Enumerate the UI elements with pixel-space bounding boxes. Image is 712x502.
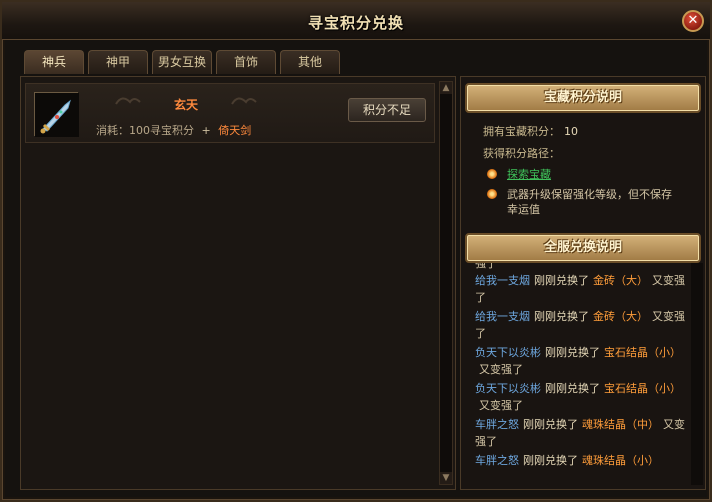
log-player[interactable]: 车胖之怒	[475, 454, 519, 467]
log-entry: 车胖之怒 刚刚兑换了 魂珠结晶（中） 又变强了	[475, 416, 691, 450]
log-prize: 宝石结晶（小）	[604, 382, 681, 395]
item-list-scrollbar[interactable]: ▲ ▼	[439, 81, 453, 485]
route-label: 获得积分路径：	[483, 147, 560, 160]
window-title: 寻宝积分兑换	[307, 14, 404, 32]
owned-value: 10	[564, 125, 578, 138]
log-entries: 给我一支烟 刚刚兑换了 金砖（大） 又变强了 给我一支烟 刚刚兑换了 金砖（大） 又变强了 负天…	[475, 272, 691, 469]
exchange-window: 寻宝积分兑换 ✕ 神兵 神甲 男女互换 首饰 其他 玄天 消耗：100寻宝积分 …	[0, 0, 712, 502]
log-player[interactable]: 负天下以炎彬	[475, 346, 541, 359]
log-verb: 刚刚兑换了	[534, 310, 589, 323]
log-prize: 宝石结晶（小）	[604, 346, 681, 359]
route-upgrade-text: 武器升级保留强化等级，但不保存幸运值	[507, 188, 672, 216]
log-player[interactable]: 给我一支烟	[475, 274, 530, 287]
log-clipped-text: 强了	[475, 263, 497, 270]
log-tail: 又变强了	[479, 399, 523, 412]
log-verb: 刚刚兑换了	[545, 382, 600, 395]
tab-jewelry[interactable]: 首饰	[216, 50, 276, 74]
owned-label: 拥有宝藏积分：	[483, 125, 560, 138]
owned-points: 拥有宝藏积分： 10	[483, 123, 578, 139]
cost-label: 消耗：100寻宝积分	[96, 124, 194, 137]
item-list-panel: 玄天 消耗：100寻宝积分 + 倚天剑 积分不足 ▲ ▼	[20, 76, 456, 490]
log-prize: 金砖（大）	[593, 274, 648, 287]
bullet-icon	[487, 189, 497, 199]
log-verb: 刚刚兑换了	[545, 346, 600, 359]
log-prize: 魂珠结晶（小）	[582, 454, 659, 467]
log-entry: 负天下以炎彬 刚刚兑换了 宝石结晶（小） 又变强了	[475, 344, 691, 378]
exchange-button[interactable]: 积分不足	[348, 98, 426, 122]
exchange-log: 强了 给我一支烟 刚刚兑换了 金砖（大） 又变强了 给我一支烟 刚刚兑换了 金砖（大） 又变强…	[475, 263, 691, 485]
cost-plus: +	[201, 124, 211, 137]
tab-shenjia[interactable]: 神甲	[88, 50, 148, 74]
scroll-down-arrow-icon[interactable]: ▼	[440, 472, 452, 484]
log-scrollbar[interactable]	[691, 263, 703, 485]
close-button[interactable]: ✕	[682, 10, 704, 32]
points-info-banner: 宝藏积分说明	[465, 83, 701, 113]
log-player[interactable]: 车胖之怒	[475, 418, 519, 431]
scroll-up-arrow-icon[interactable]: ▲	[440, 82, 452, 94]
info-panel: 宝藏积分说明 拥有宝藏积分： 10 获得积分路径： 探索宝藏 武器升级保留强化等级…	[460, 76, 706, 490]
list-item: 玄天 消耗：100寻宝积分 + 倚天剑 积分不足	[25, 83, 435, 143]
tab-other[interactable]: 其他	[280, 50, 340, 74]
title-bar: 寻宝积分兑换 ✕	[2, 2, 710, 40]
sword-icon[interactable]	[34, 92, 79, 137]
cost-item: 倚天剑	[218, 124, 252, 137]
bullet-icon	[487, 169, 497, 179]
log-prize: 魂珠结晶（中）	[582, 418, 659, 431]
log-verb: 刚刚兑换了	[523, 454, 578, 467]
log-entry: 给我一支烟 刚刚兑换了 金砖（大） 又变强了	[475, 308, 691, 342]
log-verb: 刚刚兑换了	[534, 274, 589, 287]
tab-gender-swap[interactable]: 男女互换	[152, 50, 212, 74]
log-prize: 金砖（大）	[593, 310, 648, 323]
item-cost: 消耗：100寻宝积分 + 倚天剑	[96, 122, 251, 138]
tab-shenbing[interactable]: 神兵	[24, 50, 84, 74]
log-entry: 负天下以炎彬 刚刚兑换了 宝石结晶（小） 又变强了	[475, 380, 691, 414]
route-explore-link[interactable]: 探索宝藏	[487, 167, 682, 182]
route-upgrade: 武器升级保留强化等级，但不保存幸运值	[487, 187, 682, 217]
log-player[interactable]: 给我一支烟	[475, 310, 530, 323]
server-log-banner: 全服兑换说明	[465, 233, 701, 263]
log-entry: 给我一支烟 刚刚兑换了 金砖（大） 又变强了	[475, 272, 691, 306]
log-tail: 又变强了	[479, 363, 523, 376]
route-explore-text[interactable]: 探索宝藏	[507, 168, 551, 181]
log-verb: 刚刚兑换了	[523, 418, 578, 431]
log-entry: 车胖之怒 刚刚兑换了 魂珠结晶（小）	[475, 452, 691, 469]
log-player[interactable]: 负天下以炎彬	[475, 382, 541, 395]
item-name: 玄天	[173, 98, 198, 112]
